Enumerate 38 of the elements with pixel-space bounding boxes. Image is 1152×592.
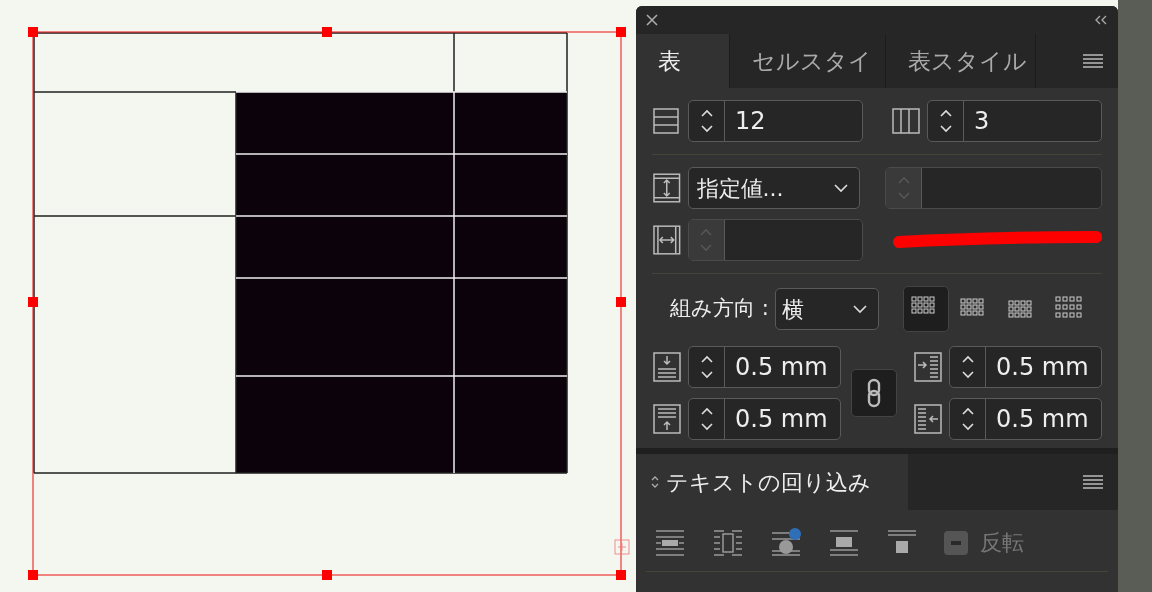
field-value: 0.5 mm [734,352,828,383]
field-value: 0.5 mm [734,404,828,435]
direction-dropdown[interactable]: 横 [774,288,879,330]
field-value: 12 [734,106,766,137]
number-field[interactable]: 0.5 mm [688,398,841,440]
number-field[interactable]: 0.5 mm [688,346,841,388]
menu-icon[interactable] [1082,474,1104,490]
expand-icon [650,474,660,490]
section-tab[interactable]: テキストの回り込み [636,454,908,510]
column-width-icon [652,224,682,256]
number-field[interactable]: 12 [688,100,863,142]
collapse-icon[interactable] [1094,15,1108,25]
section-title: テキストの回り込み [666,468,871,497]
field-value: 3 [973,106,990,137]
link-button[interactable] [851,369,897,417]
inset-top-icon [652,351,682,383]
invert-label: 反転 [980,529,1024,557]
layout-option[interactable] [902,286,949,332]
row-height-icon [652,172,682,204]
table-drawing[interactable] [33,32,568,474]
field-value: 0.5 mm [995,352,1089,383]
inset-left-icon [913,351,943,383]
direction-label: 組み方向 : [670,295,769,323]
link-icon [867,378,881,408]
number-field[interactable]: 0.5 mm [949,346,1102,388]
menu-icon[interactable] [1082,53,1104,69]
wrap-shape-icon[interactable] [770,526,802,559]
rows-icon [652,105,682,137]
number-field[interactable]: 3 [927,100,1102,142]
inset-right-icon [913,403,943,435]
field-value: 0.5 mm [995,404,1089,435]
caret-icon [851,304,868,314]
inset-bottom-icon [652,403,682,435]
caret-icon [833,183,849,193]
number-field[interactable]: 0.5 mm [949,398,1102,440]
panel-tab[interactable]: 表 [636,34,730,88]
columns-icon [891,105,921,137]
close-icon[interactable] [646,14,658,26]
